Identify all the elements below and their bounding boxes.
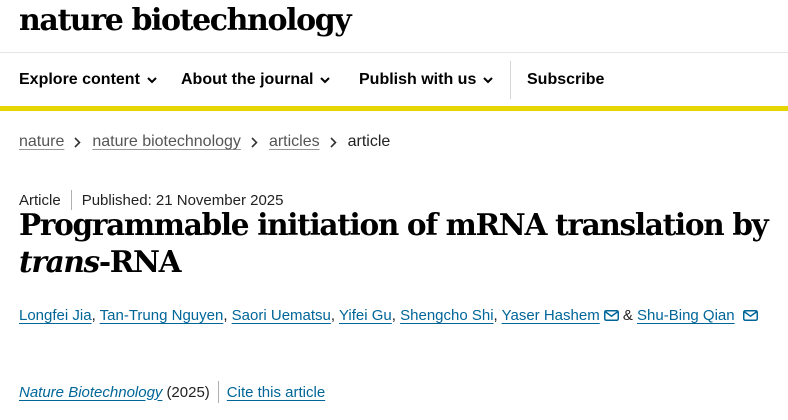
- author-separator: ,: [493, 307, 502, 324]
- chevron-right-icon: [251, 136, 258, 148]
- title-main: Programmable initiation of mRNA translat…: [19, 207, 769, 242]
- author-link[interactable]: Shu-Bing Qian: [637, 307, 735, 324]
- title-end: -RNA: [98, 244, 182, 279]
- cite-this-article-link[interactable]: Cite this article: [227, 384, 325, 401]
- author-link[interactable]: Saori Uematsu: [232, 307, 331, 324]
- author-separator: ,: [91, 307, 100, 324]
- publication-year: (2025): [166, 383, 210, 401]
- title-italic: trans: [19, 244, 100, 279]
- nav-subscribe[interactable]: Subscribe: [527, 71, 604, 89]
- nav-item-label: About the journal: [181, 71, 314, 88]
- author-separator: ,: [223, 307, 232, 324]
- chevron-down-icon: [483, 76, 494, 83]
- nav-item-label: Publish with us: [359, 71, 477, 88]
- nav-explore-content[interactable]: Explore content: [19, 71, 157, 89]
- nav-item-label: Subscribe: [527, 71, 605, 88]
- author-link[interactable]: Longfei Jia: [19, 307, 92, 324]
- author-link[interactable]: Shengcho Shi: [400, 307, 493, 324]
- article-title: Programmable initiation of mRNA translat…: [19, 206, 779, 280]
- author-separator: ,: [391, 307, 401, 324]
- nav-about-journal[interactable]: About the journal: [181, 71, 331, 89]
- breadcrumb-nature[interactable]: nature: [19, 133, 64, 151]
- nav-item-label: Explore content: [19, 71, 140, 88]
- email-icon[interactable]: [603, 310, 619, 321]
- author-link[interactable]: Tan-Trung Nguyen: [100, 307, 224, 324]
- chevron-down-icon: [320, 76, 331, 83]
- nav-divider: [510, 61, 511, 99]
- breadcrumb-nature-biotechnology[interactable]: nature biotechnology: [92, 133, 241, 151]
- chevron-right-icon: [330, 136, 337, 148]
- chevron-down-icon: [147, 76, 157, 83]
- site-header: nature biotechnology: [0, 0, 788, 53]
- journal-logo[interactable]: nature biotechnology: [19, 3, 352, 38]
- citation-row: Nature Biotechnology (2025) Cite this ar…: [19, 381, 325, 403]
- author-list: Longfei Jia, Tan-Trung Nguyen, Saori Uem…: [19, 302, 774, 330]
- main-nav: Explore content About the journal Publis…: [0, 53, 788, 111]
- chevron-right-icon: [74, 136, 82, 148]
- author-separator: ,: [330, 307, 339, 324]
- author-separator: &: [618, 307, 638, 324]
- author-link[interactable]: Yifei Gu: [339, 307, 392, 324]
- citation-divider: [217, 381, 219, 403]
- journal-link[interactable]: Nature Biotechnology: [19, 384, 162, 401]
- breadcrumb-current-article: article: [347, 133, 391, 150]
- author-link[interactable]: Yaser Hashem: [502, 307, 600, 324]
- breadcrumb-articles[interactable]: articles: [269, 133, 320, 151]
- email-icon[interactable]: [742, 310, 758, 321]
- nav-publish-with-us[interactable]: Publish with us: [359, 71, 494, 89]
- breadcrumb: nature nature biotechnology articles art…: [19, 133, 390, 151]
